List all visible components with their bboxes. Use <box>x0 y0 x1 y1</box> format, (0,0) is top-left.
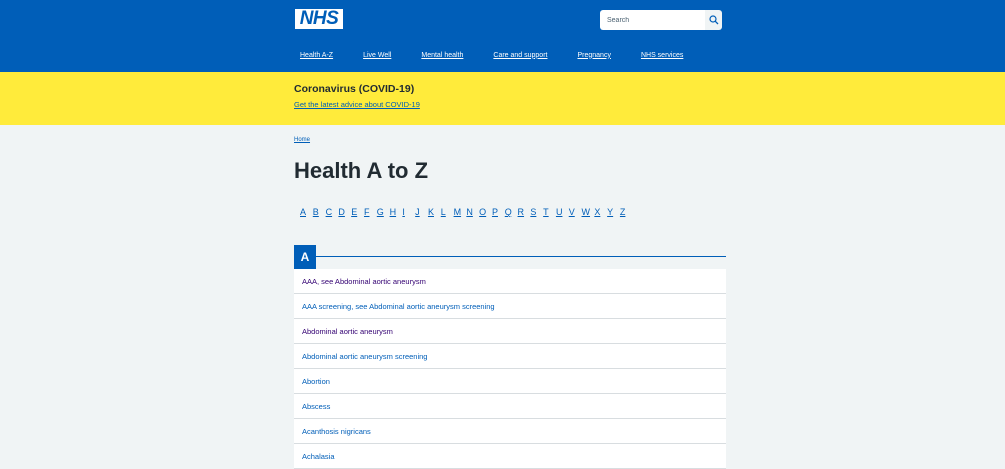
list-item: Abscess <box>294 394 726 419</box>
az-link-a[interactable]: A <box>300 207 313 217</box>
list-item: Abdominal aortic aneurysm <box>294 319 726 344</box>
condition-link[interactable]: AAA screening, see Abdominal aortic aneu… <box>302 302 495 311</box>
condition-link[interactable]: AAA, see Abdominal aortic aneurysm <box>302 277 426 286</box>
list-item: Abortion <box>294 369 726 394</box>
page-title: Health A to Z <box>294 158 429 183</box>
nav-link-live-well[interactable]: Live Well <box>363 52 391 59</box>
covid-advice-link[interactable]: Get the latest advice about COVID-19 <box>294 100 726 109</box>
search-icon <box>708 15 718 25</box>
az-link-g[interactable]: G <box>377 207 390 217</box>
az-link-d[interactable]: D <box>338 207 351 217</box>
az-link-w[interactable]: W <box>582 207 595 217</box>
az-link-q[interactable]: Q <box>505 207 518 217</box>
nav-link-care-and-support[interactable]: Care and support <box>493 52 547 59</box>
search-form <box>600 10 722 30</box>
letter-badge: A <box>294 245 316 269</box>
main-content: Home Health A to Z A B C D E F G H I J K… <box>294 125 726 469</box>
az-link-r[interactable]: R <box>518 207 531 217</box>
nhs-logo[interactable]: NHS <box>295 9 343 29</box>
condition-link[interactable]: Achalasia <box>302 452 335 461</box>
banner-title: Coronavirus (COVID-19) <box>294 83 415 95</box>
section-divider <box>316 256 726 257</box>
nav-link-pregnancy[interactable]: Pregnancy <box>577 52 610 59</box>
condition-link[interactable]: Abscess <box>302 402 330 411</box>
az-link-y[interactable]: Y <box>607 207 620 217</box>
az-link-l[interactable]: L <box>441 207 454 217</box>
covid-banner: Coronavirus (COVID-19) Get the latest ad… <box>0 72 1005 125</box>
breadcrumb-home[interactable]: Home <box>294 137 310 143</box>
search-input[interactable] <box>600 10 705 30</box>
az-link-s[interactable]: S <box>530 207 543 217</box>
az-link-o[interactable]: O <box>479 207 492 217</box>
az-link-i[interactable]: I <box>402 207 415 217</box>
az-link-j[interactable]: J <box>415 207 428 217</box>
list-item: AAA screening, see Abdominal aortic aneu… <box>294 294 726 319</box>
az-link-n[interactable]: N <box>466 207 479 217</box>
list-item: Acanthosis nigricans <box>294 419 726 444</box>
list-item: AAA, see Abdominal aortic aneurysm <box>294 269 726 294</box>
main-nav: Health A-Z Live Well Mental health Care … <box>294 38 726 72</box>
az-navigation: A B C D E F G H I J K L M N O P Q R S T … <box>294 207 726 217</box>
az-link-m[interactable]: M <box>454 207 467 217</box>
az-link-c[interactable]: C <box>326 207 339 217</box>
az-link-h[interactable]: H <box>390 207 403 217</box>
az-link-x[interactable]: X <box>594 207 607 217</box>
list-item: Achalasia <box>294 444 726 469</box>
az-link-t[interactable]: T <box>543 207 556 217</box>
condition-link[interactable]: Abdominal aortic aneurysm <box>302 327 393 336</box>
site-header: NHS Health A-Z Live Well Mental health C… <box>0 0 1005 72</box>
az-link-p[interactable]: P <box>492 207 505 217</box>
az-link-b[interactable]: B <box>313 207 326 217</box>
header-top: NHS <box>294 0 726 38</box>
nav-link-nhs-services[interactable]: NHS services <box>641 52 683 59</box>
nav-link-health-a-z[interactable]: Health A-Z <box>300 52 333 59</box>
search-button[interactable] <box>705 10 722 30</box>
az-link-u[interactable]: U <box>556 207 569 217</box>
condition-link[interactable]: Acanthosis nigricans <box>302 427 371 436</box>
condition-link[interactable]: Abdominal aortic aneurysm screening <box>302 352 427 361</box>
list-item: Abdominal aortic aneurysm screening <box>294 344 726 369</box>
az-link-k[interactable]: K <box>428 207 441 217</box>
nav-link-mental-health[interactable]: Mental health <box>421 52 463 59</box>
az-link-f[interactable]: F <box>364 207 377 217</box>
az-link-v[interactable]: V <box>569 207 582 217</box>
letter-heading: A <box>294 245 726 269</box>
az-link-z[interactable]: Z <box>620 207 633 217</box>
condition-list: AAA, see Abdominal aortic aneurysm AAA s… <box>294 269 726 469</box>
condition-link[interactable]: Abortion <box>302 377 330 386</box>
letter-section-a: A AAA, see Abdominal aortic aneurysm AAA… <box>294 245 726 469</box>
az-link-e[interactable]: E <box>351 207 364 217</box>
